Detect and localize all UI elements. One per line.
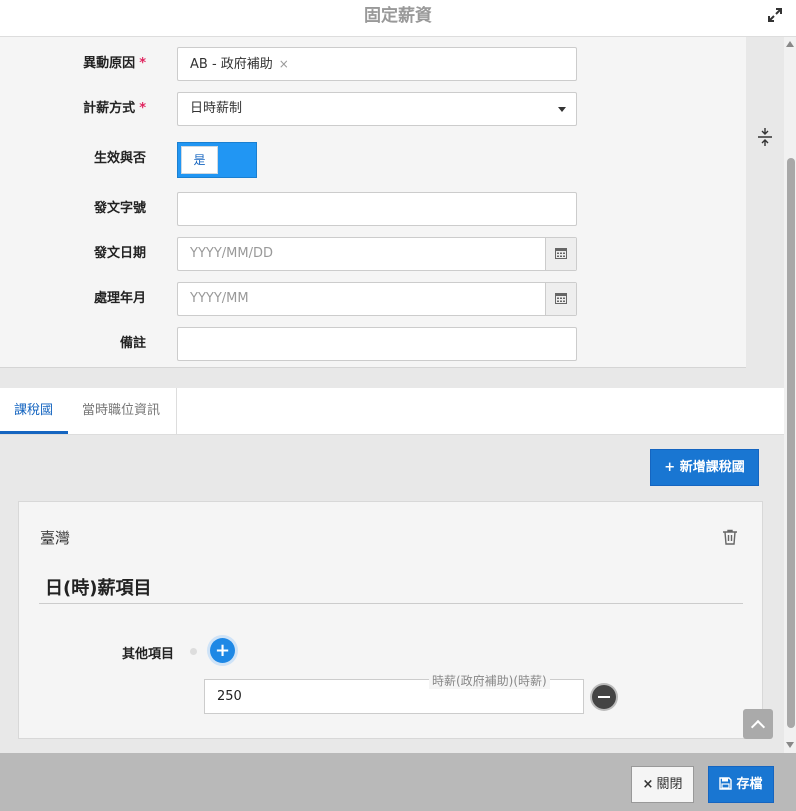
close-icon: × xyxy=(642,777,654,792)
remove-item-button[interactable] xyxy=(592,685,616,709)
form-area: 異動原因 * AB - 政府補助 × 計薪方式 * 日時薪制 生效與否 是 發文字號 … xyxy=(0,37,746,368)
pay-method-label: 計薪方式 * xyxy=(83,101,146,116)
pay-method-select[interactable]: 日時薪制 xyxy=(177,92,577,126)
doc-number-input[interactable] xyxy=(177,192,577,226)
remark-label: 備註 xyxy=(119,336,146,351)
remove-tag-icon[interactable]: × xyxy=(279,57,289,71)
side-gutter xyxy=(746,37,784,368)
country-name: 臺灣 xyxy=(40,529,71,547)
effective-label: 生效與否 xyxy=(93,151,146,166)
effective-toggle[interactable]: 是 xyxy=(177,142,257,178)
tab-position-info[interactable]: 當時職位資訊 xyxy=(68,388,177,434)
expand-icon[interactable] xyxy=(768,8,782,22)
remark-row: 備註 xyxy=(0,327,746,361)
reason-label: 異動原因 * xyxy=(83,56,146,71)
doc-number-row: 發文字號 xyxy=(0,192,746,226)
remark-input[interactable] xyxy=(177,327,577,361)
doc-date-row: 發文日期 YYYY/MM/DD xyxy=(0,237,746,271)
process-month-row: 處理年月 YYYY/MM xyxy=(0,282,746,316)
doc-date-placeholder: YYYY/MM/DD xyxy=(190,246,273,261)
trash-icon[interactable] xyxy=(722,529,738,545)
scroll-down-icon[interactable] xyxy=(786,742,794,748)
pay-method-value: 日時薪制 xyxy=(190,101,243,116)
back-to-top-button[interactable] xyxy=(743,709,773,739)
scroll-up-icon[interactable] xyxy=(786,41,794,47)
chevron-down-icon xyxy=(558,107,566,112)
calendar-icon[interactable] xyxy=(545,283,576,315)
scrollbar-thumb[interactable] xyxy=(787,158,795,728)
add-tax-country-button[interactable]: + 新增課稅國 xyxy=(650,449,759,486)
toggle-knob: 是 xyxy=(181,146,218,174)
compress-icon[interactable] xyxy=(757,127,773,147)
pay-method-row: 計薪方式 * 日時薪制 xyxy=(0,92,746,126)
doc-number-label: 發文字號 xyxy=(93,201,146,216)
dialog-footer: × 關閉 存檔 xyxy=(0,753,796,811)
hourly-wage-value: 250 xyxy=(217,689,242,704)
process-month-placeholder: YYYY/MM xyxy=(190,291,249,306)
status-dot xyxy=(190,648,197,655)
hourly-wage-label: 時薪(政府補助)(時薪) xyxy=(429,672,550,689)
save-button[interactable]: 存檔 xyxy=(708,766,774,803)
process-month-label: 處理年月 xyxy=(93,291,146,306)
dialog-title: 固定薪資 xyxy=(364,6,432,26)
section-title: 日(時)薪項目 xyxy=(45,578,152,599)
process-month-input[interactable]: YYYY/MM xyxy=(177,282,577,316)
effective-row: 生效與否 是 xyxy=(0,142,746,178)
country-card: 臺灣 日(時)薪項目 其他項目 + 250 時薪(政府補助)(時薪) xyxy=(18,501,763,739)
add-item-button[interactable]: + xyxy=(210,638,235,663)
tab-tax-country[interactable]: 課稅國 xyxy=(0,388,68,434)
doc-date-label: 發文日期 xyxy=(93,246,146,261)
other-items-label: 其他項目 xyxy=(122,647,175,662)
doc-date-input[interactable]: YYYY/MM/DD xyxy=(177,237,577,271)
section-divider xyxy=(39,603,743,604)
reason-tag: AB - 政府補助 xyxy=(190,57,273,72)
dialog-header: 固定薪資 xyxy=(0,0,796,37)
floppy-icon xyxy=(719,777,733,790)
calendar-icon[interactable] xyxy=(545,238,576,270)
close-button[interactable]: × 關閉 xyxy=(631,766,694,803)
reason-select[interactable]: AB - 政府補助 × xyxy=(177,47,577,81)
tab-bar: 課稅國 當時職位資訊 xyxy=(0,388,784,435)
reason-row: 異動原因 * AB - 政府補助 × xyxy=(0,47,746,81)
